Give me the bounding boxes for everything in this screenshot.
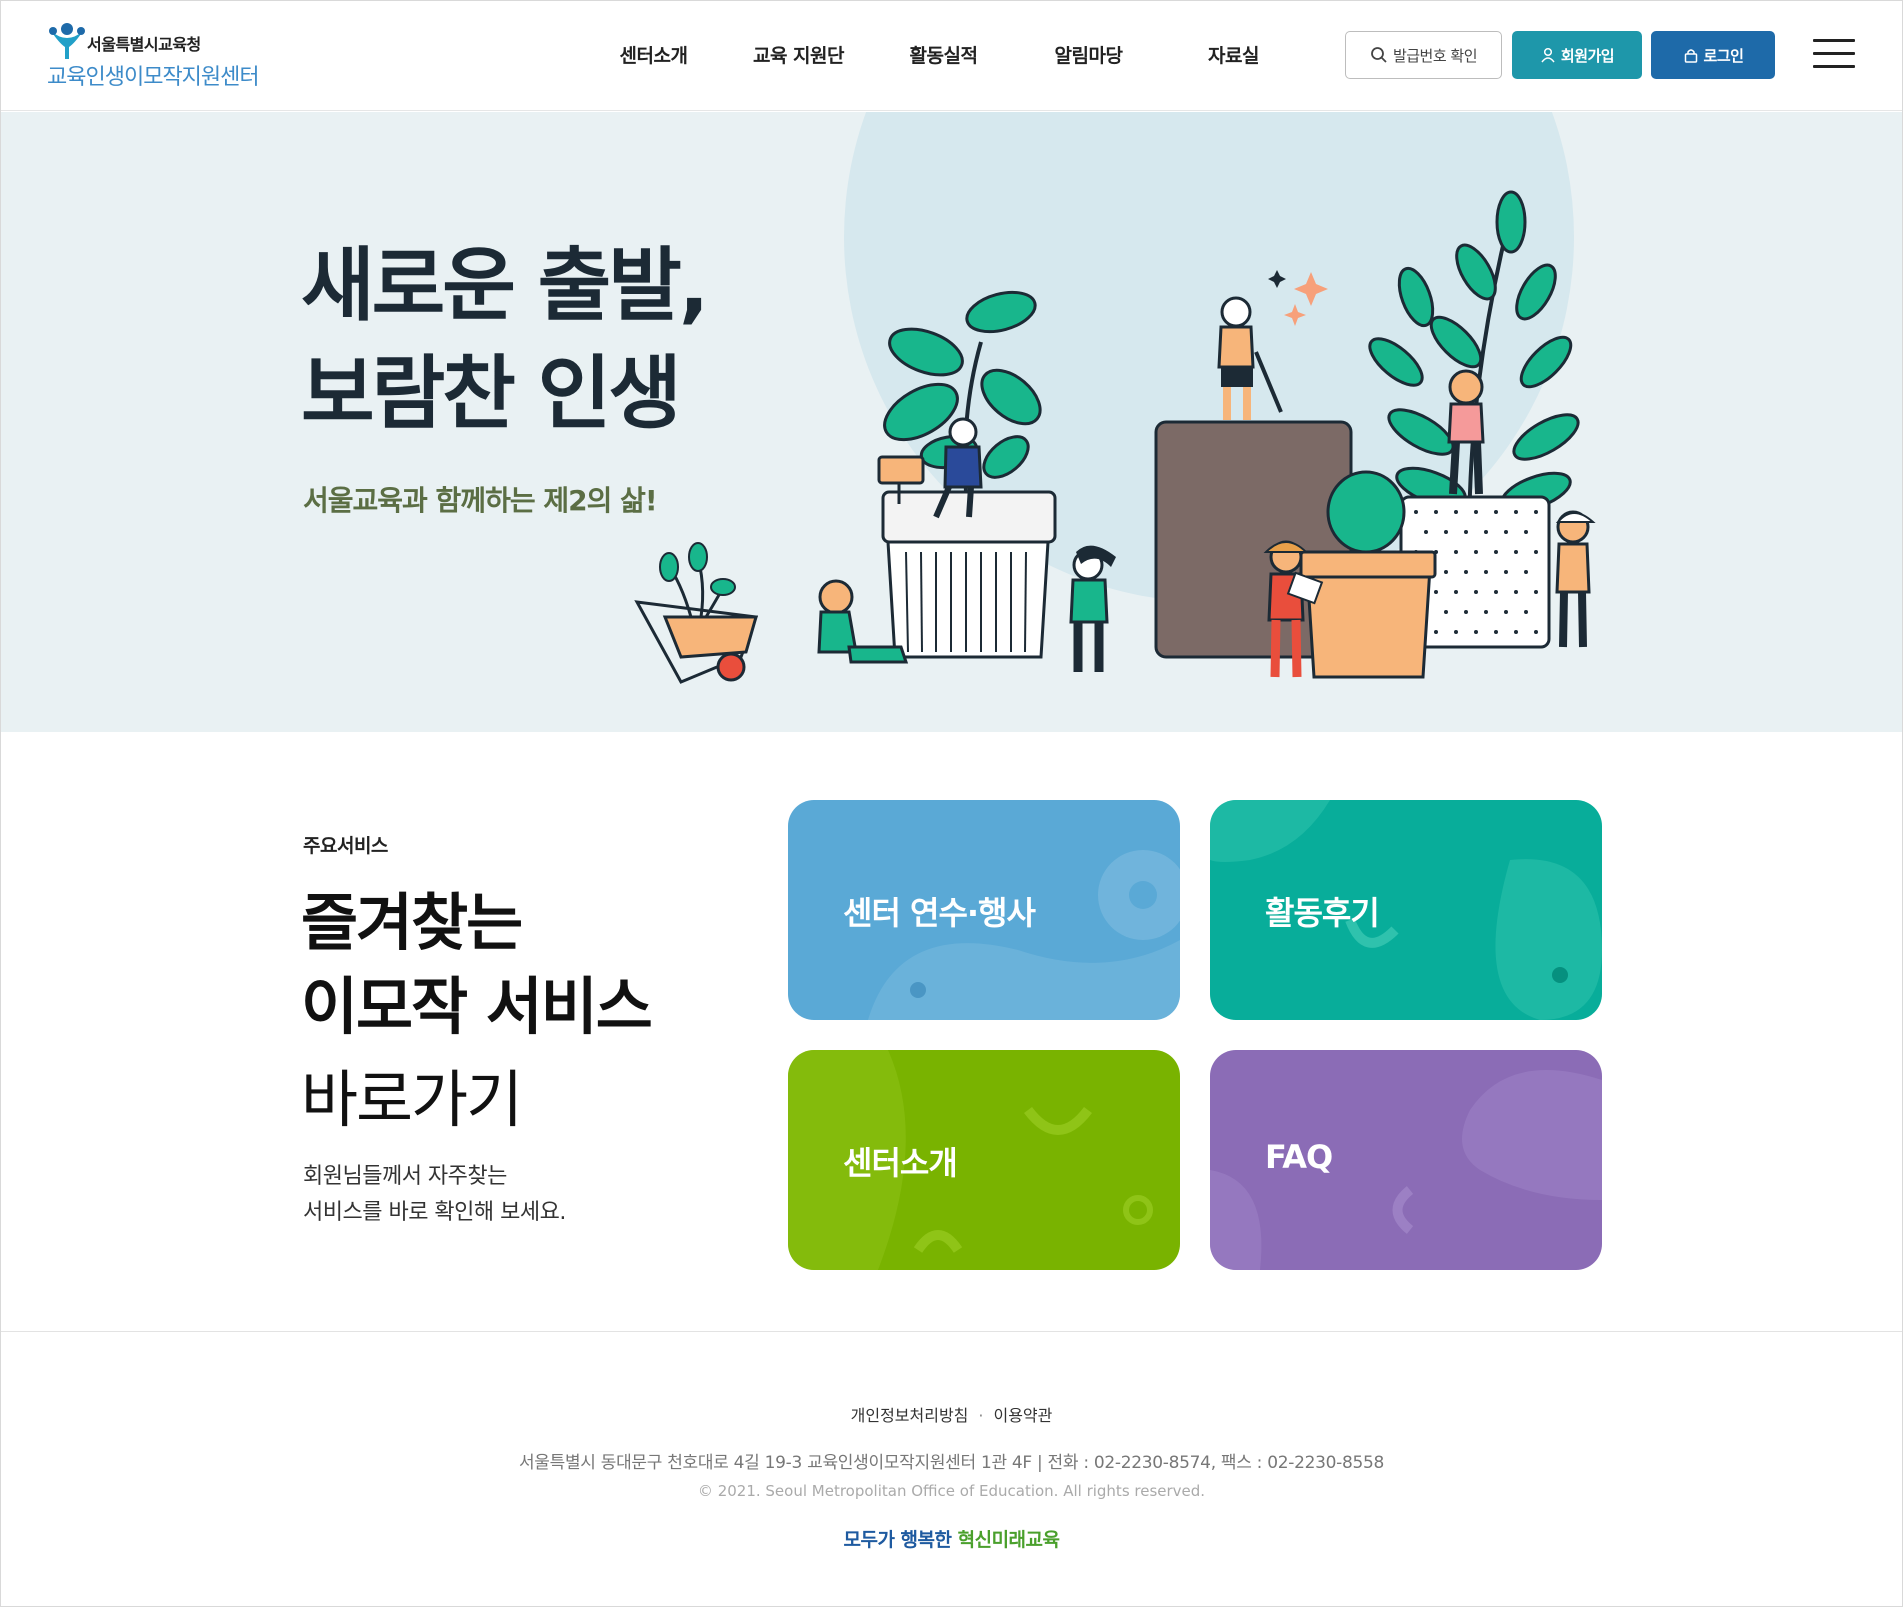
services-section-label: 주요서비스	[303, 835, 388, 857]
issue-button-label: 발급번호 확인	[1392, 46, 1478, 65]
search-icon	[1371, 47, 1387, 63]
terms-link[interactable]: 이용약관	[993, 1406, 1052, 1425]
slogan-part-2: 혁신미래교육	[957, 1529, 1060, 1551]
login-button-label: 로그인	[1703, 46, 1744, 65]
hero-garden-illustration	[634, 190, 1596, 684]
services-title-line-1: 즐겨찾는	[301, 886, 523, 959]
service-card-center-intro[interactable]: 센터소개	[788, 1050, 1180, 1270]
main-nav: 센터소개 교육 지원단 활동실적 알림마당 자료실	[581, 41, 1306, 68]
service-card-activity-reviews[interactable]: 활동후기	[1210, 800, 1602, 1020]
service-card-training-events[interactable]: 센터 연수·행사	[788, 800, 1180, 1020]
services-description: 회원님들께서 자주찾는 서비스를 바로 확인해 보세요.	[303, 1159, 566, 1231]
join-button[interactable]: 회원가입	[1512, 31, 1642, 79]
logo-org-name: 서울특별시교육청	[87, 35, 201, 54]
site-logo[interactable]: 서울특별시교육청 교육인생이모작지원센터	[47, 21, 277, 91]
wheelbarrow-illustration	[634, 542, 759, 684]
lock-icon	[1684, 49, 1697, 63]
card-label: 센터 연수·행사	[843, 894, 1036, 932]
page: 서울특별시교육청 교육인생이모작지원센터 센터소개 교육 지원단 활동실적 알림…	[0, 0, 1903, 1607]
site-header: 서울특별시교육청 교육인생이모작지원센터 센터소개 교육 지원단 활동실적 알림…	[1, 1, 1902, 111]
footer-copyright: © 2021. Seoul Metropolitan Office of Edu…	[697, 1482, 1206, 1500]
footer-links: 개인정보처리방침 · 이용약관	[1, 1402, 1902, 1426]
menu-icon[interactable]	[1813, 39, 1855, 71]
issue-number-check-button[interactable]: 발급번호 확인	[1345, 31, 1502, 79]
footer-slogan: 모두가 행복한 혁신미래교육	[1, 1525, 1902, 1552]
nav-item-activity-results[interactable]: 활동실적	[871, 41, 1016, 68]
logo-center-name: 교육인생이모작지원센터	[47, 65, 260, 90]
user-icon	[1541, 47, 1555, 63]
join-button-label: 회원가입	[1560, 46, 1615, 65]
logo-emblem-icon	[49, 23, 85, 59]
footer-address: 서울특별시 동대문구 천호대로 4길 19-3 교육인생이모작지원센터 1관 4…	[518, 1453, 1385, 1473]
privacy-policy-link[interactable]: 개인정보처리방침	[851, 1406, 969, 1425]
nav-item-center-intro[interactable]: 센터소개	[581, 41, 726, 68]
nav-item-notices[interactable]: 알림마당	[1016, 41, 1161, 68]
services-title: 즐겨찾는 이모작 서비스	[301, 881, 653, 1049]
services-title-line-3: 바로가기	[301, 1063, 523, 1136]
footer-link-separator: ·	[978, 1406, 984, 1425]
nav-item-education-support[interactable]: 교육 지원단	[726, 41, 871, 68]
services-title-line-2: 이모작 서비스	[301, 970, 653, 1043]
login-button[interactable]: 로그인	[1651, 31, 1775, 79]
services-description-line-1: 회원님들께서 자주찾는	[303, 1164, 507, 1189]
nav-item-archive[interactable]: 자료실	[1161, 41, 1306, 68]
site-footer: 개인정보처리방침 · 이용약관 서울특별시 동대문구 천호대로 4길 19-3 교육…	[1, 1331, 1902, 1606]
service-card-faq[interactable]: FAQ	[1210, 1050, 1602, 1270]
card-label: 활동후기	[1265, 894, 1380, 932]
card-label: 센터소개	[843, 1144, 958, 1182]
card-label: FAQ	[1265, 1138, 1333, 1176]
hero-banner: 새로운 출발, 보람찬 인생 서울교육과 함께하는 제2의 삶!	[1, 112, 1902, 732]
slogan-part-1: 모두가 행복한	[843, 1529, 952, 1551]
services-description-line-2: 서비스를 바로 확인해 보세요.	[303, 1200, 566, 1225]
